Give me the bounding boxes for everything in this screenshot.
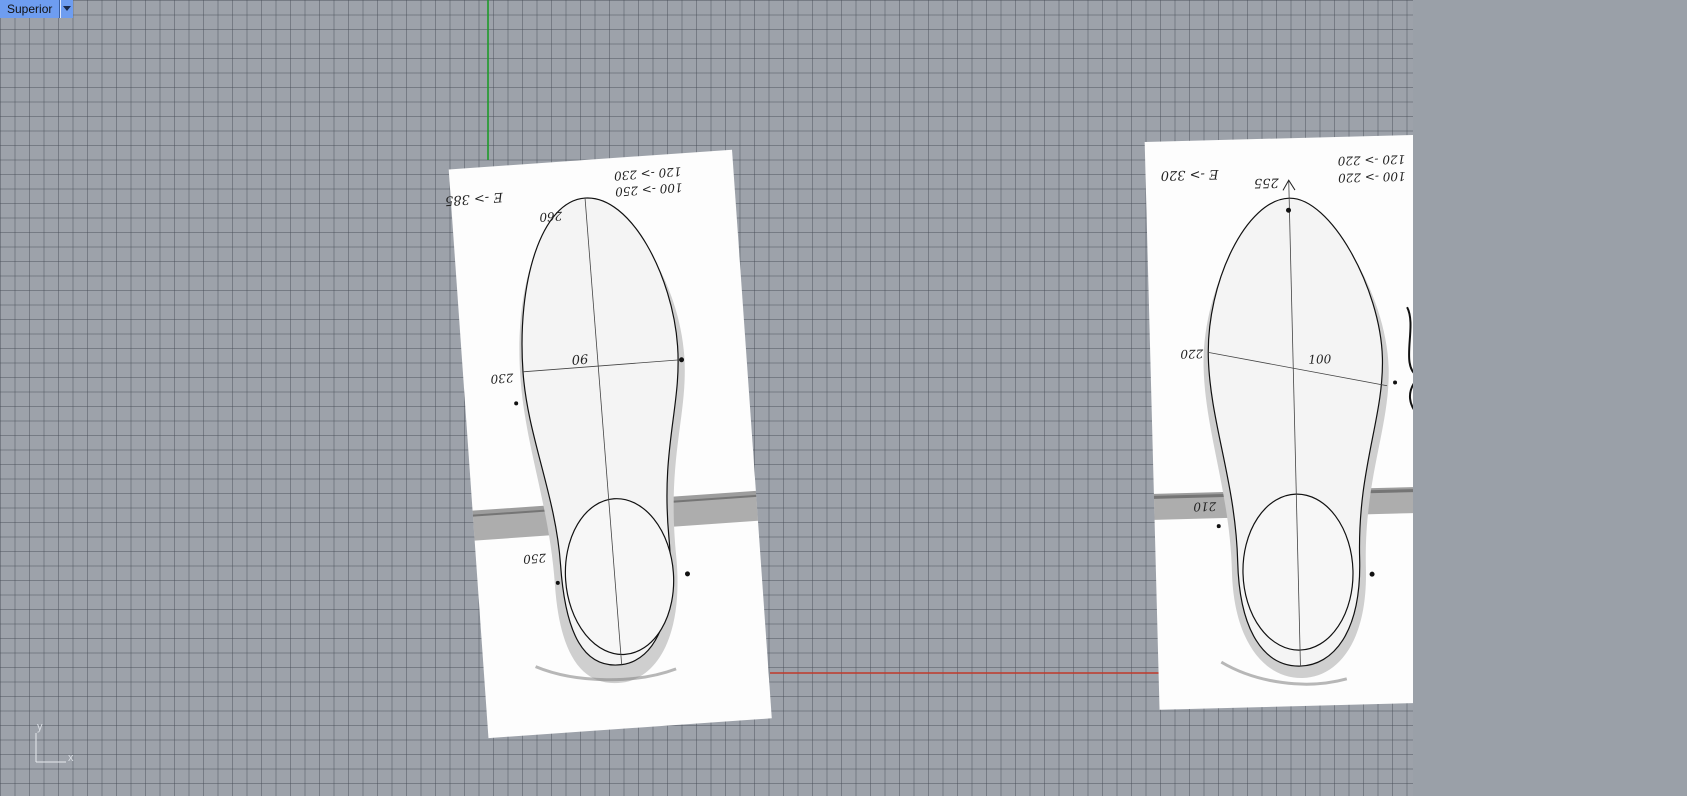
scene-canvas[interactable]: E -> 385 120 -> 230 100 -> 250 260 230 9… [0, 0, 1413, 796]
triangle-down-icon[interactable] [60, 0, 74, 18]
right-note-ball: 220 [1180, 346, 1205, 361]
left-note-ball: 230 [490, 370, 515, 386]
left-note-center: 90 [571, 350, 589, 366]
right-note-length: E -> 320 [1160, 166, 1219, 183]
right-sheet-image: E -> 320 120 -> 220 100 -> 220 255 220 1… [1144, 134, 1413, 710]
axis-widget-y-label: y [37, 721, 43, 733]
viewport-margin [1413, 0, 1687, 796]
left-sheet-image: E -> 385 120 -> 230 100 -> 250 260 230 9… [444, 149, 772, 739]
right-note-heel: 210 [1193, 499, 1218, 514]
right-note-toe: 255 [1254, 174, 1280, 190]
left-note-heel: 250 [522, 551, 547, 567]
right-note-center: 100 [1308, 352, 1332, 367]
viewport-title[interactable]: Superior [0, 0, 61, 18]
right-note-size-2: 100 -> 220 [1338, 169, 1406, 185]
axis-widget-x-label: x [68, 752, 74, 764]
left-note-toe: 260 [539, 209, 564, 225]
axis-widget: y x [35, 721, 74, 764]
right-note-size-1: 120 -> 220 [1337, 152, 1405, 168]
viewport-superior[interactable]: Superior E -> 385 120 -> 230 100 -> 250 … [0, 0, 1413, 796]
viewport-tab[interactable]: Superior [0, 0, 74, 18]
